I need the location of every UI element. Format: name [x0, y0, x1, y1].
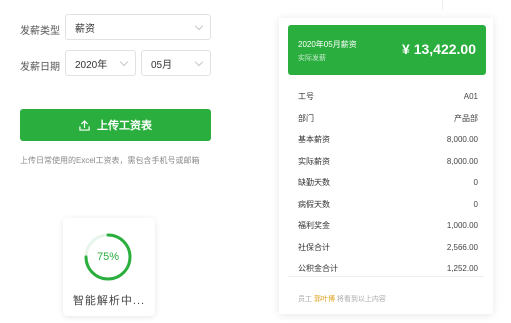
- payslip-row-value: 0: [473, 199, 478, 209]
- pay-type-label: 发薪类型: [20, 26, 60, 37]
- chevron-down-icon: [119, 57, 129, 67]
- payslip-row-label: 实际薪资: [298, 156, 330, 166]
- payslip-row: 部门 产品部: [298, 108, 478, 130]
- payslip-row-label: 社保合计: [298, 242, 330, 252]
- pay-year-select[interactable]: 2020年: [65, 50, 136, 76]
- payslip-row: 实际薪资 8,000.00: [298, 151, 478, 173]
- progress-percent: 75%: [96, 251, 120, 263]
- payslip-row: 缺勤天数 0: [298, 172, 478, 194]
- upload-salary-sheet-button[interactable]: 上传工资表: [20, 109, 211, 141]
- payslip-row-value: A01: [463, 92, 478, 102]
- chevron-down-icon: [194, 21, 204, 31]
- pay-date-label: 发薪日期: [20, 62, 60, 73]
- payslip-row: 工号 A01: [298, 86, 478, 108]
- payslip-row-label: 公积金合计: [298, 264, 338, 274]
- payslip-row-label: 基本薪资: [298, 135, 330, 145]
- payslip-row: 病假天数 0: [298, 194, 478, 216]
- parsing-status: 智能解析中...: [72, 295, 146, 307]
- footer-prefix: 员工: [298, 296, 312, 303]
- parsing-progress-card: 75% 智能解析中...: [63, 218, 155, 316]
- upload-hint: 上传日常使用的Excel工资表，需包含手机号或邮箱: [20, 156, 200, 165]
- payslip-row-label: 福利奖金: [298, 221, 330, 231]
- pay-type-value: 薪资: [75, 23, 95, 35]
- payslip-preview: 2020年05月薪资 实际发薪 ¥ 13,422.00 工号 A01 部门 产品部基本…: [279, 18, 493, 314]
- payslip-row-value: 2,566.00: [446, 242, 478, 252]
- footer-suffix: 将看到以上内容: [336, 296, 386, 303]
- payslip-row-value: 8,000.00: [446, 156, 478, 166]
- payslip-row: 基本薪资 8,000.00: [298, 129, 478, 151]
- chevron-down-icon: [194, 57, 204, 67]
- payslip-header: 2020年05月薪资 实际发薪 ¥ 13,422.00: [288, 25, 486, 75]
- divider: [442, 0, 443, 10]
- pay-year-value: 2020年: [75, 59, 108, 71]
- payslip-title: 2020年05月薪资: [298, 40, 357, 49]
- payslip-row-value: 1,252.00: [446, 264, 478, 274]
- payslip-row: 福利奖金 1,000.00: [298, 215, 478, 237]
- pay-month-select[interactable]: 05月: [141, 50, 211, 76]
- payslip-subtitle: 实际发薪: [298, 55, 326, 62]
- payslip-row-label: 工号: [298, 92, 314, 102]
- upload-button-label: 上传工资表: [97, 120, 152, 132]
- payslip-rows: 工号 A01 部门 产品部 基本薪资 8,000.00 实际薪资 8,000.00 缺勤天数 0 病…: [298, 86, 478, 280]
- payslip-row-label: 部门: [298, 113, 314, 123]
- pay-type-select[interactable]: 薪资: [65, 14, 211, 40]
- payslip-footer: 员工 郭叶博 将看到以上内容: [298, 294, 386, 304]
- payslip-amount: ¥ 13,422.00: [402, 41, 476, 57]
- payslip-row: 社保合计 2,566.00: [298, 237, 478, 259]
- payslip-row-value: 0: [473, 178, 478, 188]
- upload-icon: [79, 119, 90, 131]
- payslip-row-value: 产品部: [454, 113, 478, 123]
- employee-name: 郭叶博: [313, 296, 335, 303]
- payslip-row-label: 病假天数: [298, 199, 330, 209]
- pay-month-value: 05月: [151, 59, 173, 71]
- payslip-row-value: 1,000.00: [446, 221, 478, 231]
- payslip-row-label: 缺勤天数: [298, 178, 330, 188]
- payslip-row-value: 8,000.00: [446, 135, 478, 145]
- divider: [288, 276, 484, 277]
